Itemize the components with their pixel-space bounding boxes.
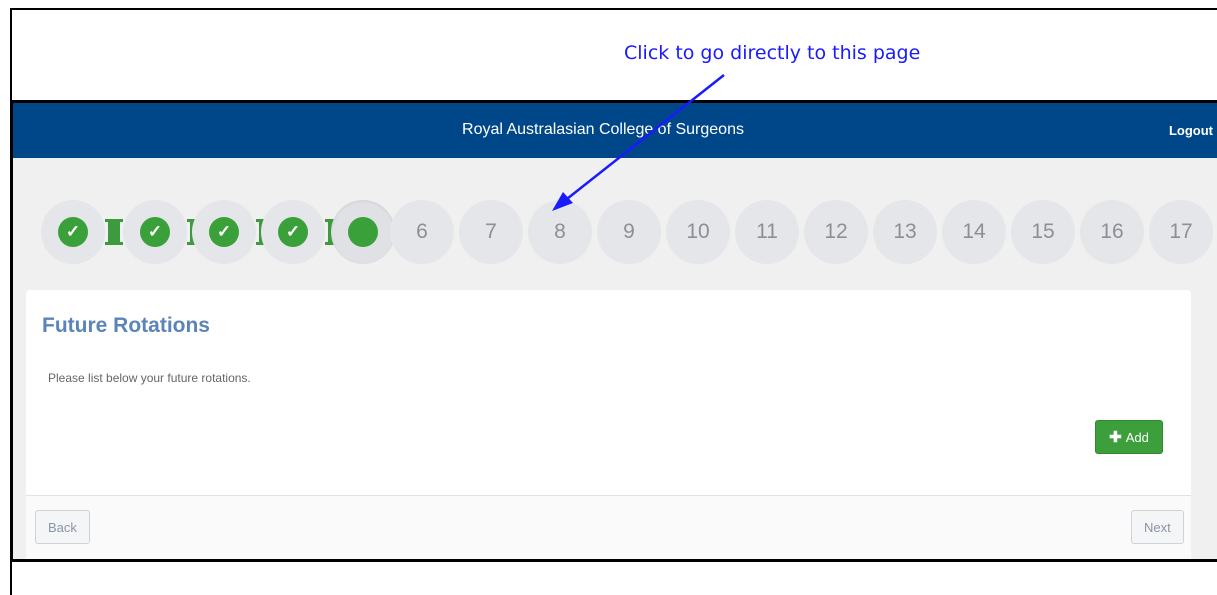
step-2-complete[interactable]: ✓ [123, 200, 187, 264]
page-title: Future Rotations [42, 314, 210, 337]
step-11[interactable]: 11 [735, 200, 799, 264]
step-connector [105, 219, 123, 245]
step-17[interactable]: 17 [1149, 200, 1213, 264]
check-icon: ✓ [278, 217, 308, 247]
check-icon: ✓ [58, 217, 88, 247]
step-3-complete[interactable]: ✓ [192, 200, 256, 264]
plus-icon: ✚ [1109, 429, 1122, 446]
progress-steps: ✓ ✓ ✓ ✓ 6 7 8 9 10 11 12 13 14 15 16 17 [41, 200, 1213, 264]
step-15[interactable]: 15 [1011, 200, 1075, 264]
annotation-text: Click to go directly to this page [624, 42, 921, 64]
check-icon: ✓ [209, 217, 239, 247]
back-button[interactable]: Back [35, 510, 90, 544]
header-bar: Royal Australasian College of Surgeons L… [13, 103, 1217, 158]
add-button[interactable]: ✚ Add [1095, 420, 1163, 454]
step-13[interactable]: 13 [873, 200, 937, 264]
step-12[interactable]: 12 [804, 200, 868, 264]
app-window: Royal Australasian College of Surgeons L… [10, 100, 1217, 562]
next-button[interactable]: Next [1131, 510, 1184, 544]
step-5-current[interactable] [331, 200, 395, 264]
step-7[interactable]: 7 [459, 200, 523, 264]
step-4-complete[interactable]: ✓ [261, 200, 325, 264]
step-16[interactable]: 16 [1080, 200, 1144, 264]
content-panel: Future Rotations Please list below your … [26, 290, 1191, 559]
site-title: Royal Australasian College of Surgeons [462, 121, 744, 138]
current-step-dot [348, 217, 378, 247]
step-9[interactable]: 9 [597, 200, 661, 264]
panel-footer: Back Next [26, 495, 1191, 559]
logout-link[interactable]: Logout [1169, 123, 1213, 138]
step-8[interactable]: 8 [528, 200, 592, 264]
step-6[interactable]: 6 [390, 200, 454, 264]
add-button-label: Add [1125, 429, 1149, 445]
step-10[interactable]: 10 [666, 200, 730, 264]
check-icon: ✓ [140, 217, 170, 247]
step-14[interactable]: 14 [942, 200, 1006, 264]
step-1-complete[interactable]: ✓ [41, 200, 105, 264]
instruction-text: Please list below your future rotations. [48, 371, 251, 385]
